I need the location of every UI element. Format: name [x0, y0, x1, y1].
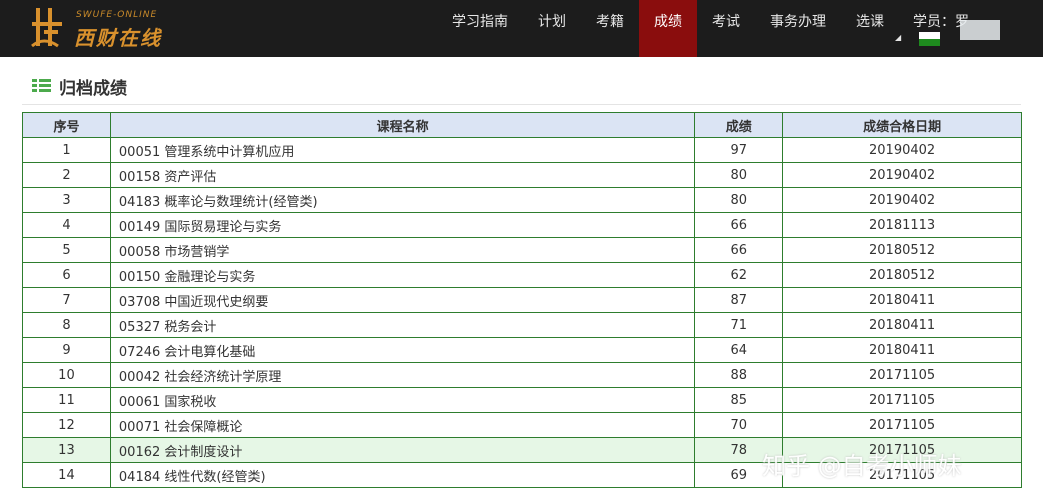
cell-no: 5	[22, 237, 111, 263]
cell-score: 64	[694, 337, 784, 363]
cell-score: 66	[694, 237, 784, 263]
heading-divider	[22, 104, 1021, 105]
table-row: 6 00150 金融理论与实务 62 20180512	[22, 262, 1022, 288]
logo-mark-icon	[31, 8, 62, 48]
cell-course-name: 00061 国家税收	[109, 387, 696, 413]
table-row: 5 00058 市场营销学 66 20180512	[22, 237, 1022, 263]
cell-course-name: 04183 概率论与数理统计(经管类)	[109, 187, 696, 213]
header-course-name: 课程名称	[109, 112, 696, 138]
cell-pass-date: 20181113	[782, 212, 1022, 238]
cell-course-name: 00158 资产评估	[109, 162, 696, 188]
table-header-row: 序号 课程名称 成绩 成绩合格日期	[22, 112, 1022, 138]
caret-icon: ◢	[895, 33, 902, 42]
cell-pass-date: 20180512	[782, 262, 1022, 288]
cell-score: 97	[694, 137, 784, 163]
nav-item-5[interactable]: 考试	[697, 0, 755, 57]
cell-pass-date: 20190402	[782, 187, 1022, 213]
cell-score: 62	[694, 262, 784, 288]
cell-score: 71	[694, 312, 784, 338]
cell-score: 66	[694, 212, 784, 238]
cell-course-name: 00071 社会保障概论	[109, 412, 696, 438]
table-row: 10 00042 社会经济统计学原理 88 20171105	[22, 362, 1022, 388]
header-no: 序号	[22, 112, 111, 138]
cell-course-name: 00042 社会经济统计学原理	[109, 362, 696, 388]
cell-no: 8	[22, 312, 111, 338]
table-row: 12 00071 社会保障概论 70 20171105	[22, 412, 1022, 438]
cell-pass-date: 20171105	[782, 387, 1022, 413]
cell-pass-date: 20180411	[782, 287, 1022, 313]
grades-table: 序号 课程名称 成绩 成绩合格日期 1 00051 管理系统中计算机应用 97 201…	[22, 112, 1022, 488]
cell-no: 9	[22, 337, 111, 363]
cell-no: 14	[22, 462, 111, 488]
nav-item-1[interactable]: 学习指南	[437, 0, 523, 57]
cell-pass-date: 20171105	[782, 362, 1022, 388]
cell-course-name: 00162 会计制度设计	[109, 437, 696, 463]
cell-no: 6	[22, 262, 111, 288]
nav-item-4[interactable]: 成绩	[639, 0, 697, 57]
cell-pass-date: 20180512	[782, 237, 1022, 263]
table-row: 4 00149 国际贸易理论与实务 66 20181113	[22, 212, 1022, 238]
cell-no: 12	[22, 412, 111, 438]
cell-course-name: 05327 税务会计	[109, 312, 696, 338]
cell-no: 4	[22, 212, 111, 238]
cell-no: 11	[22, 387, 111, 413]
table-row: 1 00051 管理系统中计算机应用 97 20190402	[22, 137, 1022, 163]
watermark: 知乎 @自考小师妹	[762, 452, 962, 480]
redacted-username	[960, 20, 1000, 40]
nav-item-3[interactable]: 考籍	[581, 0, 639, 57]
cell-no: 13	[22, 437, 111, 463]
cell-no: 7	[22, 287, 111, 313]
table-row: 7 03708 中国近现代史纲要 87 20180411	[22, 287, 1022, 313]
main-nav: 学习指南 计划 考籍 成绩 考试 事务办理 选课	[437, 0, 899, 57]
list-icon	[32, 79, 51, 93]
cell-course-name: 07246 会计电算化基础	[109, 337, 696, 363]
logo-name: 西财在线	[74, 26, 162, 50]
cell-no: 2	[22, 162, 111, 188]
header-score: 成绩	[694, 112, 784, 138]
top-nav-bar: SWUFE-ONLINE 西财在线 学习指南 计划 考籍 成绩 考试 事务办理 选课 ◢ 学…	[0, 0, 1043, 57]
nav-item-6[interactable]: 事务办理	[755, 0, 841, 57]
page-heading: 归档成绩	[32, 72, 127, 100]
table-row: 9 07246 会计电算化基础 64 20180411	[22, 337, 1022, 363]
nav-item-7[interactable]: 选课	[841, 0, 899, 57]
cell-no: 1	[22, 137, 111, 163]
cell-score: 85	[694, 387, 784, 413]
cell-score: 70	[694, 412, 784, 438]
user-status-icon	[919, 32, 940, 46]
cell-pass-date: 20180411	[782, 337, 1022, 363]
cell-pass-date: 20171105	[782, 412, 1022, 438]
cell-score: 80	[694, 187, 784, 213]
cell-pass-date: 20180411	[782, 312, 1022, 338]
cell-score: 88	[694, 362, 784, 388]
site-logo[interactable]: SWUFE-ONLINE 西财在线	[24, 6, 184, 50]
cell-course-name: 00058 市场营销学	[109, 237, 696, 263]
table-row: 8 05327 税务会计 71 20180411	[22, 312, 1022, 338]
cell-pass-date: 20190402	[782, 137, 1022, 163]
cell-course-name: 03708 中国近现代史纲要	[109, 287, 696, 313]
logo-tagline: SWUFE-ONLINE	[76, 10, 158, 20]
cell-score: 80	[694, 162, 784, 188]
table-row: 11 00061 国家税收 85 20171105	[22, 387, 1022, 413]
table-row: 2 00158 资产评估 80 20190402	[22, 162, 1022, 188]
cell-pass-date: 20190402	[782, 162, 1022, 188]
cell-score: 87	[694, 287, 784, 313]
cell-no: 3	[22, 187, 111, 213]
cell-course-name: 00149 国际贸易理论与实务	[109, 212, 696, 238]
cell-course-name: 00150 金融理论与实务	[109, 262, 696, 288]
page-title: 归档成绩	[59, 78, 127, 99]
table-row: 3 04183 概率论与数理统计(经管类) 80 20190402	[22, 187, 1022, 213]
cell-course-name: 00051 管理系统中计算机应用	[109, 137, 696, 163]
nav-item-2[interactable]: 计划	[523, 0, 581, 57]
header-pass-date: 成绩合格日期	[782, 112, 1022, 138]
cell-course-name: 04184 线性代数(经管类)	[109, 462, 696, 488]
cell-no: 10	[22, 362, 111, 388]
